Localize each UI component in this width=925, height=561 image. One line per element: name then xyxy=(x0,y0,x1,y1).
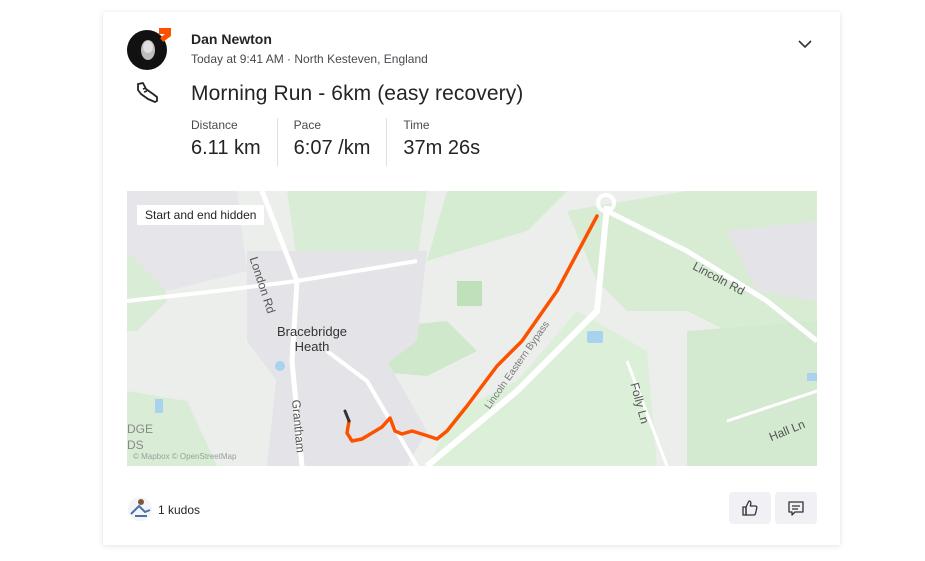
thumbs-up-icon xyxy=(742,500,758,516)
activity-card: Dan Newton Today at 9:41 AM · North Kest… xyxy=(103,12,840,545)
chevron-down-icon[interactable] xyxy=(793,36,817,54)
activity-stats: Distance 6.11 km Pace 6:07 /km Time 37m … xyxy=(191,118,512,166)
activity-meta: Today at 9:41 AM · North Kesteven, Engla… xyxy=(191,52,428,66)
edge-label: DGE DS xyxy=(127,422,154,452)
stat-label: Distance xyxy=(191,118,238,132)
stat-pace: Pace 6:07 /km xyxy=(294,118,388,166)
athlete-avatar[interactable] xyxy=(127,28,171,70)
kudos-count[interactable]: 1 kudos xyxy=(158,503,200,517)
comment-button[interactable] xyxy=(775,492,817,524)
give-kudos-button[interactable] xyxy=(729,492,771,524)
run-shoe-icon xyxy=(133,80,161,108)
route-map[interactable]: Start and end hidden Bracebridge Heath L… xyxy=(127,191,817,466)
town-label-line: Heath xyxy=(294,339,330,354)
comment-icon xyxy=(788,501,804,516)
activity-title[interactable]: Morning Run - 6km (easy recovery) xyxy=(191,82,523,106)
start-end-hidden-badge: Start and end hidden xyxy=(137,205,265,225)
town-label: Bracebridge Heath xyxy=(272,324,352,354)
stat-distance: Distance 6.11 km xyxy=(191,118,278,166)
stat-value: 6.11 km xyxy=(191,137,261,159)
stat-label: Time xyxy=(403,118,430,132)
stat-value: 6:07 /km xyxy=(293,137,371,159)
map-canvas xyxy=(127,191,817,466)
map-attribution[interactable]: © Mapbox © OpenStreetMap xyxy=(133,452,236,461)
stat-value: 37m 26s xyxy=(403,137,481,159)
stat-label: Pace xyxy=(293,118,322,132)
town-label-line: Bracebridge xyxy=(276,324,348,339)
stat-time: Time 37m 26s xyxy=(403,118,496,166)
athlete-name[interactable]: Dan Newton xyxy=(191,31,272,47)
kudos-avatar[interactable] xyxy=(127,496,153,522)
